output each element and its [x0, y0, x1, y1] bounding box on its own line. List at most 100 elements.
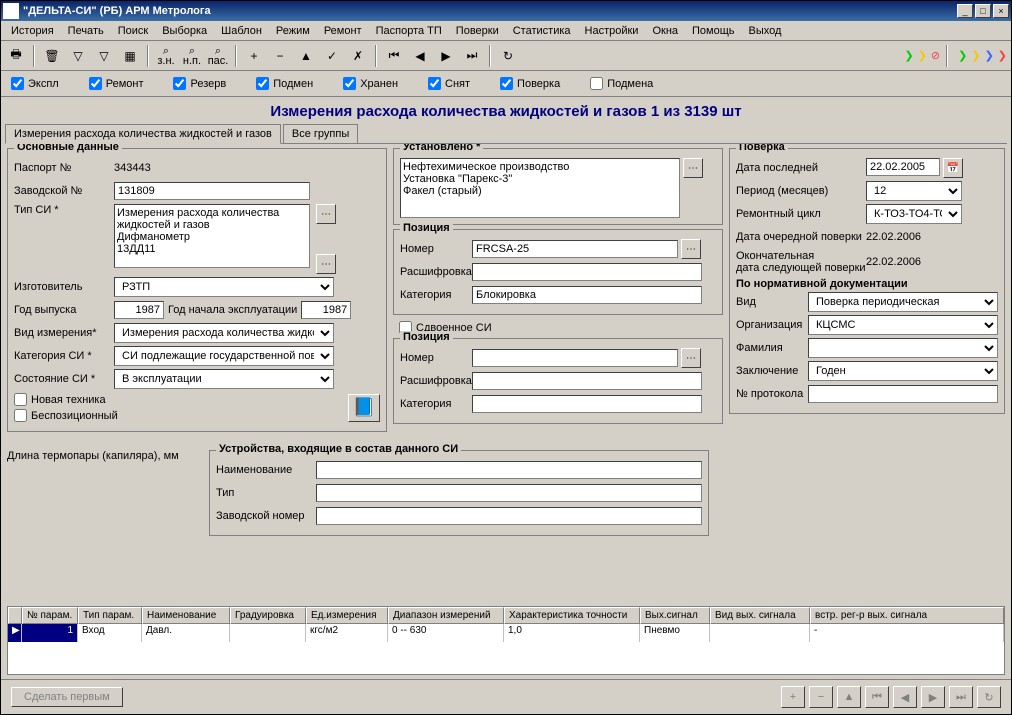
pos1-cat-input[interactable]	[472, 286, 702, 304]
install-lookup-button[interactable]: ⋯	[683, 158, 703, 178]
filter-removed[interactable]: Снят	[428, 77, 470, 90]
menu-search[interactable]: Поиск	[112, 23, 154, 39]
type-lookup2-button[interactable]: ⋯	[316, 254, 336, 274]
pos2-lookup-button[interactable]: ⋯	[681, 348, 701, 368]
nav-add-icon[interactable]: +	[781, 686, 805, 708]
tb-delete-icon[interactable]: 🗑	[41, 45, 63, 67]
close-button[interactable]: ×	[993, 4, 1009, 18]
table-row[interactable]: ▶ 1 Вход Давл. кгс/м2 0 -- 630 1,0 Пневм…	[8, 624, 1004, 642]
device-name-input[interactable]	[316, 461, 702, 479]
menu-stats[interactable]: Статистика	[507, 23, 577, 39]
menu-select[interactable]: Выборка	[156, 23, 213, 39]
status-icons: ❯ ❯ ⊘	[904, 49, 940, 62]
menu-exit[interactable]: Выход	[743, 23, 788, 39]
cat-select[interactable]: СИ подлежащие государственной поверке	[114, 346, 334, 366]
filter-check[interactable]: Поверка	[500, 77, 560, 90]
tb-pas[interactable]: ⌕пас.	[207, 45, 229, 67]
filter-reserve[interactable]: Резерв	[173, 77, 226, 90]
tb-last-icon[interactable]: ⏭	[461, 45, 483, 67]
state-select[interactable]: В эксплуатации	[114, 369, 334, 389]
tb-edit-icon[interactable]: ▲	[295, 45, 317, 67]
menu-settings[interactable]: Настройки	[579, 23, 645, 39]
check-proto-input[interactable]	[808, 385, 998, 403]
tb-filter2-icon[interactable]: ▽	[93, 45, 115, 67]
filter-expl[interactable]: Экспл	[11, 77, 59, 90]
check-group: Поверка Дата последней📅 Период (месяцев)…	[729, 148, 1005, 414]
menu-print[interactable]: Печать	[62, 23, 110, 39]
notebook-button[interactable]: 📘	[348, 394, 380, 422]
menu-repair[interactable]: Ремонт	[318, 23, 368, 39]
params-grid[interactable]: № парам. Тип парам. Наименование Градуир…	[7, 606, 1005, 675]
menu-mode[interactable]: Режим	[270, 23, 316, 39]
pos1-lookup-button[interactable]: ⋯	[681, 239, 701, 259]
ribbon2-blue-icon[interactable]: ❯	[985, 49, 994, 62]
tb-np[interactable]: ⌕н.п.	[181, 45, 203, 67]
tb-cancel-icon[interactable]: ✗	[347, 45, 369, 67]
tab-measurements[interactable]: Измерения расхода количества жидкостей и…	[5, 124, 281, 144]
nav-remove-icon[interactable]: −	[809, 686, 833, 708]
filter-substitute[interactable]: Подмен	[256, 77, 313, 90]
pos2-desc-input[interactable]	[472, 372, 702, 390]
menu-passports[interactable]: Паспорта ТП	[370, 23, 448, 39]
pos2-num-input[interactable]	[472, 349, 678, 367]
ribbon-yellow-icon[interactable]: ❯	[918, 49, 927, 62]
year-input[interactable]	[114, 301, 164, 319]
year2-input[interactable]	[301, 301, 351, 319]
pos1-desc-input[interactable]	[472, 263, 702, 281]
menu-history[interactable]: История	[5, 23, 60, 39]
ribbon2-yellow-icon[interactable]: ❯	[971, 49, 980, 62]
check-concl-select[interactable]: Годен	[808, 361, 998, 381]
filter-replace[interactable]: Подмена	[590, 77, 653, 90]
pos1-num-input[interactable]	[472, 240, 678, 258]
menu-checks[interactable]: Поверки	[450, 23, 505, 39]
tb-filter-icon[interactable]: ▽	[67, 45, 89, 67]
pos2-cat-input[interactable]	[472, 395, 702, 413]
period-select[interactable]: 12	[866, 181, 962, 201]
nav-first-icon[interactable]: ⏮	[865, 686, 889, 708]
nav-refresh-icon[interactable]: ↻	[977, 686, 1001, 708]
new-tech-checkbox[interactable]: Новая техника	[14, 393, 118, 406]
check-kind-select[interactable]: Поверка периодическая	[808, 292, 998, 312]
check-org-select[interactable]: КЦСМС	[808, 315, 998, 335]
device-type-input[interactable]	[316, 484, 702, 502]
tb-prev-icon[interactable]: ◀	[409, 45, 431, 67]
maximize-button[interactable]: □	[975, 4, 991, 18]
nav-edit-icon[interactable]: ▲	[837, 686, 861, 708]
nav-next-icon[interactable]: ▶	[921, 686, 945, 708]
tb-first-icon[interactable]: ⏮	[383, 45, 405, 67]
nav-prev-icon[interactable]: ◀	[893, 686, 917, 708]
tb-check-icon[interactable]: ✓	[321, 45, 343, 67]
menu-template[interactable]: Шаблон	[215, 23, 268, 39]
calendar-button[interactable]: 📅	[943, 158, 963, 178]
filter-repair[interactable]: Ремонт	[89, 77, 144, 90]
filter-stored[interactable]: Хранен	[343, 77, 398, 90]
menu-windows[interactable]: Окна	[646, 23, 684, 39]
nopos-checkbox[interactable]: Беспозиционный	[14, 409, 118, 422]
install-list[interactable]: Нефтехимическое производство Установка "…	[400, 158, 680, 218]
last-date-input[interactable]	[866, 158, 940, 176]
tb-remove-icon[interactable]: −	[269, 45, 291, 67]
forbid-icon[interactable]: ⊘	[931, 49, 940, 62]
device-factory-input[interactable]	[316, 507, 702, 525]
type-list[interactable]: Измерения расхода количества жидкостей и…	[114, 204, 310, 268]
factory-input[interactable]	[114, 182, 310, 200]
ribbon2-red-icon[interactable]: ❯	[998, 49, 1007, 62]
nav-last-icon[interactable]: ⏭	[949, 686, 973, 708]
tb-zn[interactable]: ⌕з.н.	[155, 45, 177, 67]
tb-print-icon[interactable]: 🖶	[5, 45, 27, 67]
make-first-button[interactable]: Сделать первым	[11, 687, 123, 707]
maker-select[interactable]: РЗТП	[114, 277, 334, 297]
tb-add-icon[interactable]: +	[243, 45, 265, 67]
minimize-button[interactable]: _	[957, 4, 973, 18]
tb-grid-icon[interactable]: ▦	[119, 45, 141, 67]
tb-refresh-icon[interactable]: ↻	[497, 45, 519, 67]
ribbon2-green-icon[interactable]: ❯	[958, 49, 967, 62]
check-fam-select[interactable]	[808, 338, 998, 358]
menu-help[interactable]: Помощь	[686, 23, 741, 39]
tb-next-icon[interactable]: ▶	[435, 45, 457, 67]
cycle-select[interactable]: К-ТО3-ТО4-ТО3-К	[866, 204, 962, 224]
kind-select[interactable]: Измерения расхода количества жидкостей	[114, 323, 334, 343]
tab-all-groups[interactable]: Все группы	[283, 124, 358, 143]
ribbon-green-icon[interactable]: ❯	[904, 49, 913, 62]
type-lookup-button[interactable]: ⋯	[316, 204, 336, 224]
